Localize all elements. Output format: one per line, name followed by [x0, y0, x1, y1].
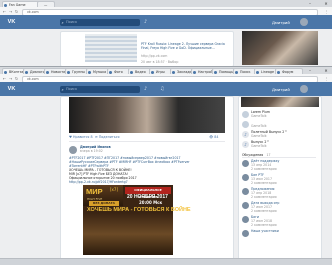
- discussion-title: Наши участники: [251, 229, 279, 233]
- discussion-replies: 2 комментария: [251, 223, 277, 227]
- bell-icon[interactable]: ♪: [144, 86, 150, 93]
- avatar[interactable]: [300, 85, 308, 93]
- back-link-domain: http://pp.vk.com: [141, 54, 168, 58]
- banner-opening: ОФИЦИАЛЬНОЕ ОТКРЫТИЕ: [125, 187, 171, 199]
- post-actions-bar: ♥ Нравится 8 ➦ Поделиться 👁 84: [69, 135, 225, 142]
- banner-donate: БЕЗ ДОНАТА: [89, 201, 119, 206]
- discussion-item[interactable]: Даёт поддержку 13 апр 2014 2 комментария: [242, 159, 316, 172]
- group-avatar-icon: [242, 111, 249, 118]
- discussion-replies: 2 комментария: [251, 209, 277, 213]
- forward-arrow-icon[interactable]: →: [8, 9, 13, 14]
- sidebar-item-sub: GameTalk: [251, 144, 267, 148]
- front-window: ВКонтакте Диалоги Новости Группы Музыка …: [0, 66, 332, 262]
- banner-time: 20:00 Мск: [139, 200, 163, 205]
- back-link-title[interactable]: PTF Kroll Russia: Lineage 2. Лучшие серв…: [141, 42, 229, 50]
- taskbar: [0, 258, 332, 265]
- discussion-avatar-icon: [242, 160, 249, 167]
- banner-rate: [x7]: [110, 187, 119, 192]
- discussion-avatar-icon: [242, 216, 249, 223]
- sidebar-item[interactable]: Lorem Plum GameTalk: [242, 110, 316, 119]
- post-link[interactable]: http://pp-2.vk.ru/ptf2017/HFontertg7: [69, 180, 229, 184]
- back-tab-strip: Fan Game — – ✕: [0, 0, 332, 8]
- menu-icon[interactable]: ⋮: [324, 9, 329, 14]
- sidebar-item[interactable]: ♪ Выпуск 2™ GameTalk: [242, 140, 316, 149]
- discussions-count: 17: [266, 153, 271, 157]
- vk-logo-icon[interactable]: VK: [6, 18, 17, 26]
- discussion-item[interactable]: Дата выхода игр 17 июн 2017 2 комментари…: [242, 201, 316, 214]
- discussion-item[interactable]: Наши участники: [242, 229, 316, 238]
- avatar[interactable]: [300, 18, 308, 26]
- views-counter: 👁 84: [209, 135, 219, 139]
- reload-icon[interactable]: ↻: [14, 9, 19, 14]
- back-post-card: PTF Kroll Russia: Lineage 2. Лучшие серв…: [60, 31, 234, 67]
- discussion-avatar-icon: [242, 188, 249, 195]
- front-tab-strip: ВКонтакте Диалоги Новости Группы Музыка …: [0, 67, 332, 75]
- back-post-meta: 20 авг в 18:57 · Выбор: [141, 60, 179, 64]
- discussions-title: Обсуждения: [242, 153, 264, 157]
- back-link-thumbnail[interactable]: [85, 34, 137, 62]
- reload-icon[interactable]: ↻: [14, 76, 19, 81]
- post-author-avatar[interactable]: [69, 146, 77, 154]
- discussion-item[interactable]: Бан PTF 13 июл 2017 2 комментария: [242, 173, 316, 186]
- feed-column: ♥ Нравится 8 ➦ Поделиться 👁 84 Дмитрий И…: [60, 96, 234, 262]
- group-avatar-icon: [242, 121, 249, 128]
- back-vk-search-input[interactable]: Поиск: [60, 18, 140, 26]
- post-text: #PTF2017 #PTF2017 #ПГ2017 #новыйсервер20…: [69, 156, 229, 184]
- sidebar-item-sub: GameTalk: [251, 134, 267, 138]
- sidebar-item-sub: GameTalk: [251, 114, 267, 118]
- previous-post-photo[interactable]: [69, 97, 225, 133]
- sidebar-photo[interactable]: [241, 97, 319, 107]
- banner-brand: МИР: [86, 187, 103, 196]
- back-sidebar-photo[interactable]: [242, 31, 318, 65]
- forward-arrow-icon[interactable]: →: [8, 76, 13, 81]
- discussion-replies: 2 комментария: [251, 195, 277, 199]
- discussion-avatar-icon: [242, 202, 249, 209]
- back-vk-header: VK Поиск ♪ Дмитрий: [0, 15, 332, 29]
- close-button[interactable]: ✕: [322, 67, 330, 74]
- banner-lower-part[interactable]: [83, 213, 173, 255]
- sidebar-item[interactable]: ♪ Полетный Выпуск 2™ GameTalk: [242, 130, 316, 139]
- bell-icon[interactable]: ♪: [144, 19, 150, 26]
- discussion-item[interactable]: Баги 17 июн 2018 2 комментария: [242, 215, 316, 228]
- close-button[interactable]: ✕: [322, 0, 330, 7]
- music-note-icon: ♪: [242, 141, 249, 148]
- minimize-button[interactable]: –: [306, 0, 314, 7]
- post-banner-image[interactable]: МИР [x7] HIGH FIVE БЕЗ ДОНАТА ОФИЦИАЛЬНО…: [83, 185, 191, 213]
- minimize-button[interactable]: –: [306, 67, 314, 74]
- discussion-item[interactable]: Предложения 17 апр 2018 2 комментария: [242, 187, 316, 200]
- front-user-name[interactable]: Дмитрий: [272, 86, 290, 93]
- back-arrow-icon[interactable]: ←: [2, 76, 7, 81]
- discussion-replies: 2 комментария: [251, 167, 277, 171]
- front-vk-search-input[interactable]: Поиск: [60, 85, 140, 93]
- music-note-icon: ♪: [242, 131, 249, 138]
- back-arrow-icon[interactable]: ←: [2, 9, 7, 14]
- post-time: вчера в 19:02: [80, 149, 103, 153]
- like-button[interactable]: ♥ Нравится 8: [69, 135, 93, 140]
- back-user-name[interactable]: Дмитрий: [272, 19, 290, 26]
- share-button[interactable]: ➦ Поделиться: [95, 135, 120, 140]
- discussion-replies: 2 комментария: [251, 181, 277, 185]
- front-vk-header: VK Поиск ♪ ♫ Дмитрий: [0, 82, 332, 96]
- discussions-header[interactable]: Обсуждения 17: [242, 152, 316, 158]
- discussion-avatar-icon: [242, 230, 249, 237]
- sidebar-item-sub: GameTalk: [251, 124, 267, 128]
- menu-icon[interactable]: ⋮: [324, 76, 329, 81]
- music-icon[interactable]: ♫: [160, 86, 166, 93]
- discussion-avatar-icon: [242, 174, 249, 181]
- vk-logo-icon[interactable]: VK: [6, 85, 17, 93]
- sidebar-item[interactable]: GameTalk: [242, 120, 316, 129]
